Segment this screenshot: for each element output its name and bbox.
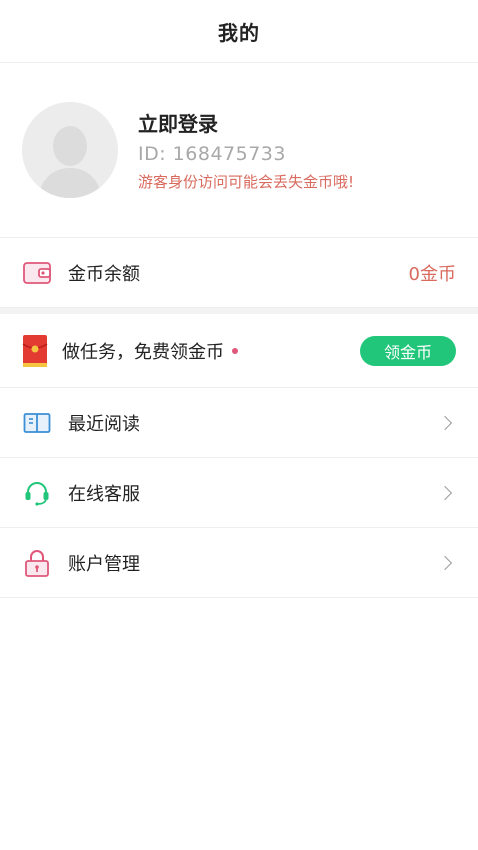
menu-item-label: 在线客服 bbox=[68, 483, 140, 505]
user-id: ID: 168475733 bbox=[138, 143, 286, 165]
headset-icon bbox=[22, 478, 52, 508]
menu-item-online-service[interactable]: 在线客服 bbox=[0, 458, 478, 528]
task-row[interactable]: 做任务，免费领金币 领金币 bbox=[0, 314, 478, 388]
avatar[interactable] bbox=[22, 102, 118, 198]
menu-item-label: 最近阅读 bbox=[68, 413, 140, 435]
chevron-right-icon bbox=[437, 555, 453, 570]
top-bar: 我的 bbox=[0, 0, 478, 63]
coin-balance-label: 金币余额 bbox=[68, 263, 140, 285]
book-icon bbox=[22, 408, 52, 438]
red-envelope-icon bbox=[20, 334, 50, 367]
task-label: 做任务，免费领金币 bbox=[62, 341, 224, 363]
claim-coins-button[interactable]: 领金币 bbox=[360, 335, 456, 366]
chevron-right-icon bbox=[437, 415, 453, 430]
lock-icon bbox=[22, 548, 52, 578]
coin-balance-row[interactable]: 金币余额 0金币 bbox=[0, 238, 478, 308]
profile-section[interactable]: 立即登录 ID: 168475733 游客身份访问可能会丢失金币哦! bbox=[0, 63, 478, 238]
page-title: 我的 bbox=[218, 20, 260, 45]
coin-balance-value: 0金币 bbox=[408, 263, 456, 285]
profile-info: 立即登录 ID: 168475733 游客身份访问可能会丢失金币哦! bbox=[138, 108, 354, 192]
menu-item-account-management[interactable]: 账户管理 bbox=[0, 528, 478, 598]
avatar-body-shape bbox=[39, 168, 101, 198]
wallet-icon bbox=[22, 258, 52, 288]
menu-item-label: 账户管理 bbox=[68, 553, 140, 575]
avatar-head-shape bbox=[53, 126, 87, 166]
guest-warning: 游客身份访问可能会丢失金币哦! bbox=[138, 173, 355, 191]
menu-item-recent-reading[interactable]: 最近阅读 bbox=[0, 388, 478, 458]
login-link[interactable]: 立即登录 bbox=[138, 108, 354, 137]
notification-dot bbox=[232, 347, 238, 354]
chevron-right-icon bbox=[437, 485, 453, 500]
